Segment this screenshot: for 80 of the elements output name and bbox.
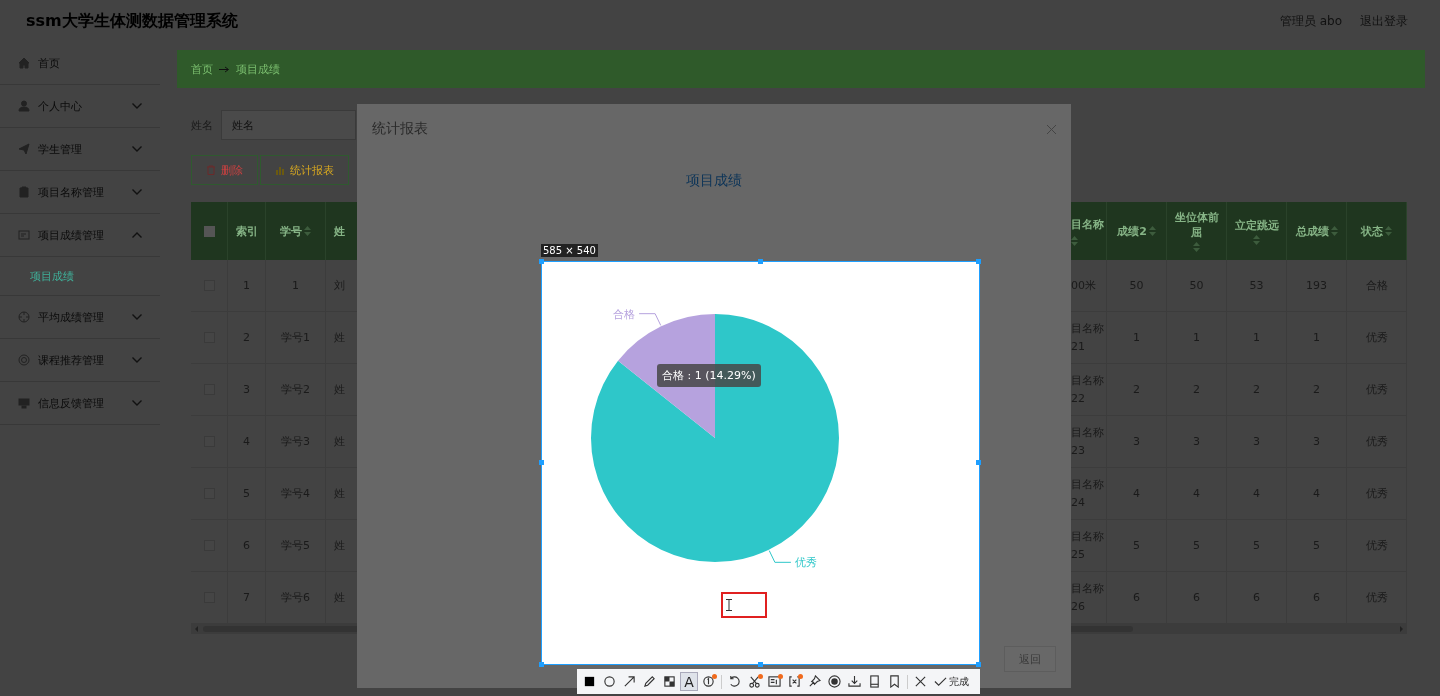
column-header[interactable]: 坐位体前屈 xyxy=(1167,202,1227,260)
resize-handle[interactable] xyxy=(539,460,544,465)
text-tool[interactable]: A xyxy=(680,672,698,691)
sort-icon[interactable] xyxy=(1330,226,1338,236)
close-icon xyxy=(914,675,927,688)
dialog-title: 统计报表 xyxy=(372,120,429,138)
leader-line xyxy=(768,550,792,563)
chart-title: 项目成绩 xyxy=(686,172,742,190)
record-icon xyxy=(828,675,841,688)
arrow-icon xyxy=(219,65,230,73)
download-icon xyxy=(848,675,861,688)
text-input-box[interactable] xyxy=(721,592,767,618)
column-header[interactable]: 索引 xyxy=(228,202,266,260)
resize-handle[interactable] xyxy=(758,662,763,667)
leader-line xyxy=(638,313,662,326)
pin-icon xyxy=(808,675,821,688)
sort-icon[interactable] xyxy=(1148,226,1156,236)
mosaic-icon xyxy=(663,675,676,688)
column-title: 成绩2 xyxy=(1117,223,1147,239)
column-title: 总成绩 xyxy=(1295,223,1329,239)
slice-label: 合格 xyxy=(613,307,636,321)
paper-plane-icon xyxy=(18,143,30,155)
resize-handle[interactable] xyxy=(976,662,981,667)
done-button[interactable]: 完成 xyxy=(931,672,972,691)
delete-button[interactable]: 删除 xyxy=(191,155,258,185)
arrow-icon xyxy=(623,675,636,688)
column-title: 目名称 xyxy=(1071,217,1104,234)
record-tool[interactable] xyxy=(825,672,844,691)
phone-icon xyxy=(868,675,881,688)
ring-icon xyxy=(18,354,30,366)
undo-icon xyxy=(728,675,741,688)
column-header[interactable]: 成绩2 xyxy=(1107,202,1167,260)
bar-chart-icon xyxy=(275,165,285,175)
column-title: 学号 xyxy=(280,223,302,239)
numbered-circle-icon xyxy=(702,675,715,688)
column-header[interactable]: 总成绩 xyxy=(1287,202,1347,260)
column-title: 坐位体前屈 xyxy=(1173,210,1220,240)
user-icon xyxy=(18,100,30,112)
sort-icon[interactable] xyxy=(1193,242,1200,252)
brackets-icon xyxy=(788,675,801,688)
sidebar-subitem[interactable]: 项目成绩 xyxy=(30,268,74,284)
column-title: 立定跳远 xyxy=(1234,217,1279,233)
resize-handle[interactable] xyxy=(976,259,981,264)
slice-label: 优秀 xyxy=(794,556,817,570)
crosshair-icon xyxy=(18,311,30,323)
bookmark-icon xyxy=(888,675,901,688)
resize-handle[interactable] xyxy=(539,259,544,264)
sort-icon[interactable] xyxy=(304,226,311,236)
text-frame-icon xyxy=(768,675,781,688)
monitor-icon xyxy=(18,397,30,409)
rectangle-icon xyxy=(583,675,596,688)
text-cursor-icon xyxy=(726,599,732,611)
circle-icon xyxy=(603,675,616,688)
card-icon xyxy=(18,229,30,241)
scissors-icon xyxy=(748,675,761,688)
resize-handle[interactable] xyxy=(758,259,763,264)
report-button[interactable]: 统计报表 xyxy=(260,155,349,185)
sort-icon[interactable] xyxy=(1253,234,1260,245)
column-header[interactable]: 立定跳远 xyxy=(1227,202,1287,260)
home-icon xyxy=(18,57,30,69)
select-all-checkbox[interactable] xyxy=(203,225,215,237)
breadcrumb-item[interactable]: 项目成绩 xyxy=(236,61,280,77)
resize-handle[interactable] xyxy=(976,460,981,465)
resize-handle[interactable] xyxy=(539,662,544,667)
app-title: ssm大学生体测数据管理系统 xyxy=(26,10,239,32)
column-title: 姓 xyxy=(334,223,345,239)
column-header[interactable]: 状态 xyxy=(1347,202,1407,260)
column-title: 状态 xyxy=(1361,223,1383,239)
size-label: 585 × 540 xyxy=(541,244,598,257)
sort-icon[interactable] xyxy=(1385,226,1392,236)
column-title: 索引 xyxy=(235,223,258,239)
column-header[interactable]: 学号 xyxy=(266,202,326,260)
close-icon[interactable] xyxy=(1047,124,1056,134)
chart-tooltip: 合格 : 1 (14.29%) xyxy=(657,364,761,387)
pencil-icon xyxy=(643,675,656,688)
breadcrumb-item[interactable]: 首页 xyxy=(191,61,213,77)
column-header[interactable]: 目名称 xyxy=(1071,202,1107,260)
clipboard-icon xyxy=(18,186,30,198)
check-icon xyxy=(934,675,947,688)
trash-icon xyxy=(206,165,216,175)
